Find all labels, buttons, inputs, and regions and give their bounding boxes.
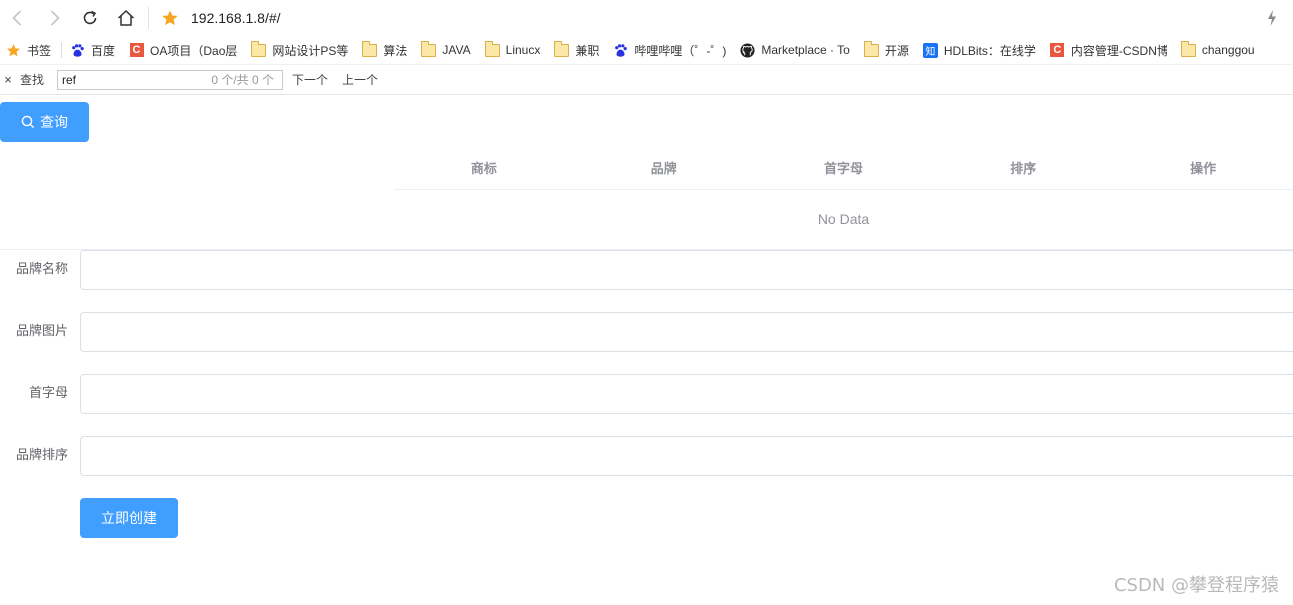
bookmark-item[interactable]: C OA项目（Dao层 [129, 36, 237, 64]
home-icon [117, 9, 135, 26]
form-row-brand-name: 品牌名称 [0, 250, 1293, 290]
bookmark-item[interactable]: 知 HDLBits：在线学 [922, 36, 1036, 64]
find-label: 查找 [20, 73, 45, 87]
star-icon [6, 43, 21, 58]
reload-button[interactable] [72, 0, 108, 36]
find-prev-button[interactable]: 上一个 [342, 71, 378, 88]
find-input[interactable] [62, 72, 183, 87]
brand-table: 商标 品牌 首字母 排序 操作 No Data [394, 145, 1293, 248]
bookmark-label: OA项目（Dao层 [150, 43, 238, 58]
brand-sort-label: 品牌排序 [15, 448, 68, 463]
folder-icon [863, 40, 879, 58]
bookmark-label: 哔哩哔哩（゜-゜) [634, 43, 727, 58]
bookmark-item[interactable]: C 内容管理-CSDN博 [1050, 36, 1167, 64]
folder-icon [484, 40, 500, 58]
back-button[interactable] [0, 0, 36, 36]
reload-icon [83, 10, 97, 25]
zhihu-icon: 知 [922, 42, 938, 58]
column-header-initial: 首字母 [823, 161, 863, 177]
create-now-button[interactable]: 立即创建 [80, 498, 178, 538]
bookmark-item[interactable]: Marketplace · To [740, 36, 850, 64]
bookmark-divider [61, 42, 63, 58]
form-row-initial: 首字母 [0, 374, 1293, 414]
brand-name-label: 品牌名称 [15, 262, 68, 277]
bookmark-item[interactable]: 算法 [362, 36, 407, 64]
folder-icon [1180, 40, 1196, 58]
bookmark-item[interactable]: 兼职 [554, 36, 599, 64]
find-bar: × 查找 0 个/共 0 个 下一个 上一个 [0, 65, 1293, 95]
bookmarks-bar: 书签 百度 C OA项目（Dao层 网站设计PS等 算法 JAVA Linucx… [0, 36, 1293, 65]
bookmark-item[interactable]: changgou [1180, 36, 1255, 64]
query-button[interactable]: 查询 [0, 102, 89, 142]
brand-image-label: 品牌图片 [15, 324, 68, 339]
bookmark-item[interactable]: 哔哩哔哩（゜-゜) [613, 36, 726, 64]
bookmark-label: Marketplace · To [761, 43, 850, 57]
bookmark-item[interactable]: 书签 [6, 36, 51, 64]
chevron-right-icon [50, 10, 60, 26]
initial-letter-label: 首字母 [28, 386, 68, 401]
table-empty-text: No Data [817, 211, 870, 227]
star-icon [162, 10, 178, 26]
form-row-brand-image: 品牌图片 [0, 312, 1293, 352]
folder-icon [251, 40, 267, 58]
github-icon [740, 42, 755, 58]
bookmark-label: 内容管理-CSDN博 [1070, 43, 1167, 58]
query-button-label: 查询 [40, 115, 68, 131]
bookmark-label: 算法 [383, 43, 408, 58]
folder-icon [362, 40, 378, 58]
column-header-brand: 品牌 [650, 161, 677, 177]
browser-toolbar: 192.168.1.8/#/ [0, 0, 1293, 36]
bookmark-label: 兼职 [575, 43, 600, 58]
chevron-left-icon [12, 10, 22, 26]
search-icon [21, 115, 35, 129]
find-next-button[interactable]: 下一个 [292, 71, 328, 88]
column-header-logo: 商标 [470, 161, 497, 177]
csdn-c-icon: C [1050, 43, 1065, 58]
bookmark-label: HDLBits：在线学 [943, 43, 1036, 58]
bookmark-label: Linucx [505, 43, 541, 57]
brand-image-input[interactable] [80, 312, 1293, 352]
bookmark-item[interactable]: 开源 [863, 36, 909, 64]
bookmark-label: changgou [1201, 43, 1255, 57]
folder-icon [554, 40, 570, 58]
find-box: 0 个/共 0 个 [57, 69, 284, 90]
brand-sort-input[interactable] [80, 436, 1293, 476]
bookmark-item[interactable]: JAVA [421, 36, 471, 64]
bookmark-item[interactable]: 百度 [70, 36, 115, 64]
close-icon[interactable]: × [1, 72, 15, 87]
column-header-actions: 操作 [1190, 161, 1217, 177]
bookmark-label: 百度 [91, 43, 116, 58]
bookmark-label: 书签 [27, 43, 52, 58]
bookmark-item[interactable]: 网站设计PS等 [251, 36, 348, 64]
initial-letter-input[interactable] [80, 374, 1293, 414]
table-header: 商标 品牌 首字母 排序 操作 [394, 145, 1293, 190]
bookmark-label: 开源 [884, 43, 909, 58]
csdn-c-icon: C [129, 43, 144, 58]
forward-button[interactable] [36, 0, 72, 36]
bookmark-label: JAVA [442, 43, 471, 57]
baidu-paw-icon [613, 43, 628, 58]
lightning-icon[interactable] [1265, 9, 1279, 27]
bookmark-label: 网站设计PS等 [272, 43, 349, 58]
form-row-brand-sort: 品牌排序 [0, 436, 1293, 476]
bookmark-item[interactable]: Linucx [484, 36, 541, 64]
column-header-sort: 排序 [1010, 161, 1037, 177]
baidu-paw-icon [70, 43, 85, 58]
brand-name-input[interactable] [80, 250, 1293, 290]
address-bar[interactable]: 192.168.1.8/#/ [191, 10, 281, 26]
bookmark-star-button[interactable] [155, 0, 185, 36]
folder-icon [421, 40, 437, 58]
toolbar-divider [148, 7, 149, 29]
csdn-watermark: CSDN @攀登程序猿 [1113, 575, 1279, 596]
home-button[interactable] [108, 0, 144, 36]
find-match-count: 0 个/共 0 个 [211, 73, 275, 87]
